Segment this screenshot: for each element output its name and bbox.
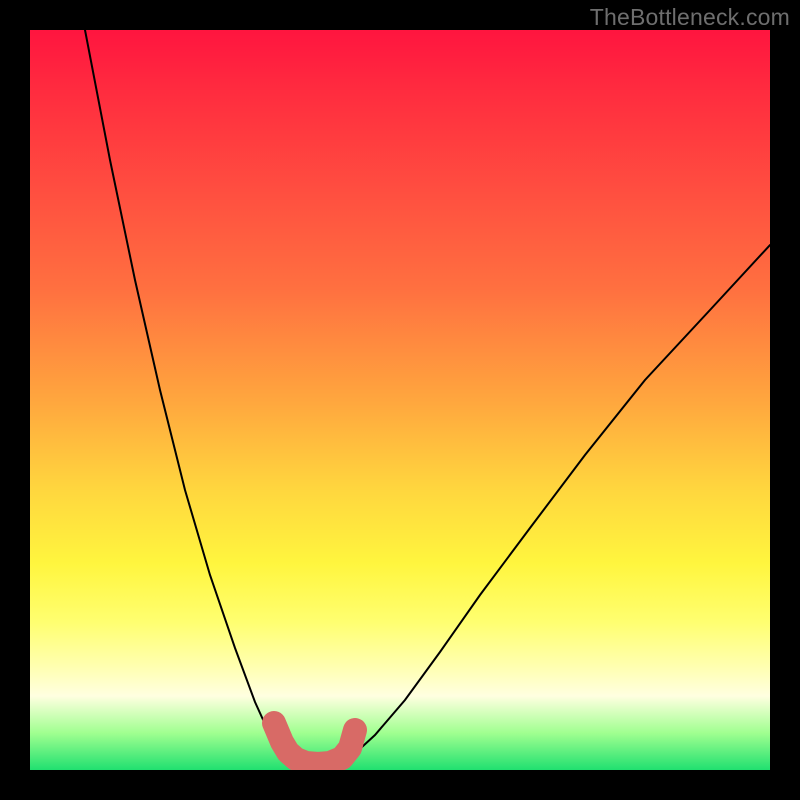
highlight-start-dot <box>263 712 285 734</box>
chart-frame: TheBottleneck.com <box>0 0 800 800</box>
highlight-band <box>274 723 355 764</box>
curve-svg <box>30 30 770 770</box>
watermark-text: TheBottleneck.com <box>590 4 790 31</box>
plot-area <box>30 30 770 770</box>
bottleneck-curve <box>85 30 770 768</box>
